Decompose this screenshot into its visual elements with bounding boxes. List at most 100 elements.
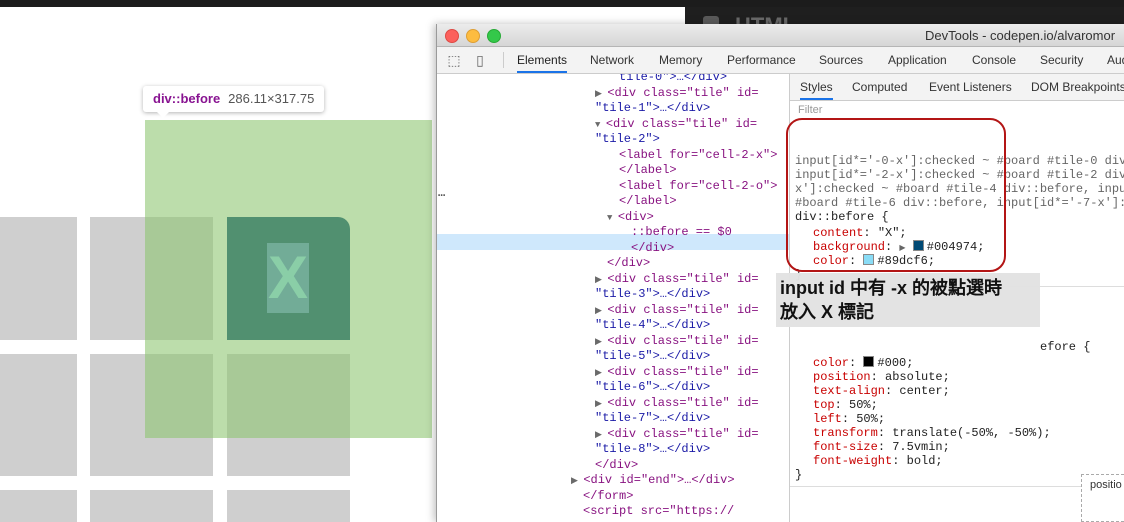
tab-sources[interactable]: Sources <box>819 47 863 73</box>
dom-node-line[interactable]: </div> <box>607 256 650 272</box>
css-property[interactable]: color <box>813 356 849 370</box>
dom-node-line[interactable]: <label for="cell-2-o"> <box>619 179 777 195</box>
expand-triangle-icon[interactable]: ▶ <box>595 306 607 316</box>
tab-computed[interactable]: Computed <box>852 74 907 100</box>
box-model-diagram[interactable]: positio <box>1081 474 1124 522</box>
expand-triangle-icon[interactable]: ▶ <box>595 368 607 378</box>
dom-node-text: tile-0">…</div> <box>619 74 728 84</box>
css-declaration[interactable]: position: absolute; <box>813 370 950 384</box>
css-value[interactable]: bold; <box>907 454 943 468</box>
dom-node-line[interactable]: "tile-3">…</div> <box>595 287 710 303</box>
dom-node-line[interactable]: ▶ <div class="tile" id= <box>595 396 759 413</box>
dom-node-line[interactable]: <label for="cell-2-x"> <box>619 148 777 164</box>
dom-node-line[interactable]: "tile-2"> <box>595 132 660 148</box>
css-property[interactable]: position <box>813 370 871 384</box>
dom-node-text: <div class="tile" id= <box>607 85 759 100</box>
dom-node-line[interactable]: ▶ <div class="tile" id= <box>595 334 759 351</box>
tile[interactable] <box>90 490 213 522</box>
dom-node-line[interactable]: ▶ <div class="tile" id= <box>595 365 759 382</box>
dom-node-line[interactable]: ▼ <div class="tile" id= <box>595 117 757 134</box>
tab-dom-breakpoints[interactable]: DOM Breakpoints <box>1031 74 1124 100</box>
css-value[interactable]: 50%; <box>849 398 878 412</box>
tab-application[interactable]: Application <box>888 47 947 73</box>
dom-node-line[interactable]: </label> <box>619 163 677 179</box>
tile[interactable] <box>227 490 350 522</box>
css-property[interactable]: text-align <box>813 384 885 398</box>
dom-node-line[interactable]: "tile-4">…</div> <box>595 318 710 334</box>
dom-node-text: </label> <box>619 194 677 208</box>
dom-node-line[interactable]: "tile-5">…</div> <box>595 349 710 365</box>
collapse-triangle-icon[interactable]: ▼ <box>607 213 618 223</box>
tab-network[interactable]: Network <box>590 47 634 73</box>
color-swatch[interactable] <box>863 356 875 367</box>
expand-triangle-icon[interactable]: ▶ <box>595 275 607 285</box>
tab-elements[interactable]: Elements <box>517 47 568 73</box>
tooltip-arrow <box>157 112 169 118</box>
tile[interactable] <box>0 490 77 522</box>
tab-audits[interactable]: Aud <box>1107 47 1124 73</box>
dom-node-line[interactable]: ▶ <div class="tile" id= <box>595 427 759 444</box>
tile[interactable] <box>0 217 77 340</box>
dom-node-line[interactable]: ▶ <div class="tile" id= <box>595 86 759 103</box>
close-window-button[interactable] <box>445 29 459 43</box>
tab-memory[interactable]: Memory <box>659 47 702 73</box>
css-declaration[interactable]: transform: translate(-50%, -50%); <box>813 426 1051 440</box>
more-options-icon[interactable]: … <box>438 186 445 200</box>
tab-console[interactable]: Console <box>972 47 1016 73</box>
css-declaration[interactable]: font-size: 7.5vmin; <box>813 440 950 454</box>
annotation-caption: input id 中有 -x 的被點選時 放入 X 標記 <box>776 273 1040 327</box>
css-property[interactable]: font-weight <box>813 454 892 468</box>
dom-node-line[interactable]: ▶ <div class="tile" id= <box>595 303 759 320</box>
css-declaration[interactable]: font-weight: bold; <box>813 454 943 468</box>
expand-triangle-icon[interactable]: ▶ <box>571 476 583 486</box>
css-declaration[interactable]: left: 50%; <box>813 412 885 426</box>
title-bar: DevTools - codepen.io/alvaromor <box>437 24 1124 47</box>
dom-node-line[interactable]: ▶ <div class="tile" id= <box>595 272 759 289</box>
dom-node-text: <div class="tile" id= <box>607 302 759 317</box>
dom-node-line[interactable]: tile-0">…</div> <box>619 74 727 86</box>
css-value[interactable]: center; <box>899 384 949 398</box>
dom-node-line[interactable]: "tile-7">…</div> <box>595 411 710 427</box>
tile[interactable] <box>0 354 77 476</box>
expand-triangle-icon[interactable]: ▶ <box>595 89 607 99</box>
dom-node-line[interactable]: "tile-8">…</div> <box>595 442 710 458</box>
dom-node-line[interactable]: ▼ <div> <box>607 210 654 227</box>
css-declaration[interactable]: text-align: center; <box>813 384 950 398</box>
css-property[interactable]: font-size <box>813 440 878 454</box>
expand-triangle-icon[interactable]: ▶ <box>595 399 607 409</box>
css-value[interactable]: #000; <box>877 356 913 370</box>
tab-styles[interactable]: Styles <box>800 74 833 100</box>
css-value[interactable]: 7.5vmin; <box>892 440 950 454</box>
dom-node-line[interactable]: </div> <box>631 241 674 257</box>
dom-node-line[interactable]: </div> <box>595 458 638 474</box>
css-declaration[interactable]: top: 50%; <box>813 398 878 412</box>
css-property[interactable]: left <box>813 412 842 426</box>
toolbar-separator <box>503 52 504 68</box>
css-property[interactable]: top <box>813 398 835 412</box>
tab-security[interactable]: Security <box>1040 47 1083 73</box>
device-toolbar-icon[interactable]: ▯ <box>472 52 488 68</box>
css-value[interactable]: 50%; <box>856 412 885 426</box>
expand-triangle-icon[interactable]: ▶ <box>595 430 607 440</box>
minimize-window-button[interactable] <box>466 29 480 43</box>
styles-filter-input[interactable]: Filter <box>798 104 822 116</box>
css-value[interactable]: translate(-50%, -50%); <box>892 426 1050 440</box>
collapse-triangle-icon[interactable]: ▼ <box>595 120 606 130</box>
maximize-window-button[interactable] <box>487 29 501 43</box>
tab-event-listeners[interactable]: Event Listeners <box>929 74 1012 100</box>
css-property[interactable]: transform <box>813 426 878 440</box>
dom-node-line[interactable]: "tile-6">…</div> <box>595 380 710 396</box>
dom-node-line[interactable]: ▶ <div id="end">…</div> <box>571 473 735 490</box>
dom-node-line[interactable]: ::before == $0 <box>631 225 732 241</box>
expand-triangle-icon[interactable]: ▶ <box>595 337 607 347</box>
dom-node-line[interactable]: </label> <box>619 194 677 210</box>
dom-node-line[interactable]: <script src="https:// <box>583 504 734 520</box>
dom-node-line[interactable]: </form> <box>583 489 633 505</box>
rule2-selector-partial: efore { <box>1040 340 1091 354</box>
css-declaration[interactable]: color: #000; <box>813 356 913 370</box>
tab-performance[interactable]: Performance <box>727 47 796 73</box>
dom-node-text: "tile-3">…</div> <box>595 287 711 301</box>
inspect-element-icon[interactable]: ⬚ <box>446 52 462 68</box>
css-value[interactable]: absolute; <box>885 370 950 384</box>
dom-node-line[interactable]: "tile-1">…</div> <box>595 101 710 117</box>
